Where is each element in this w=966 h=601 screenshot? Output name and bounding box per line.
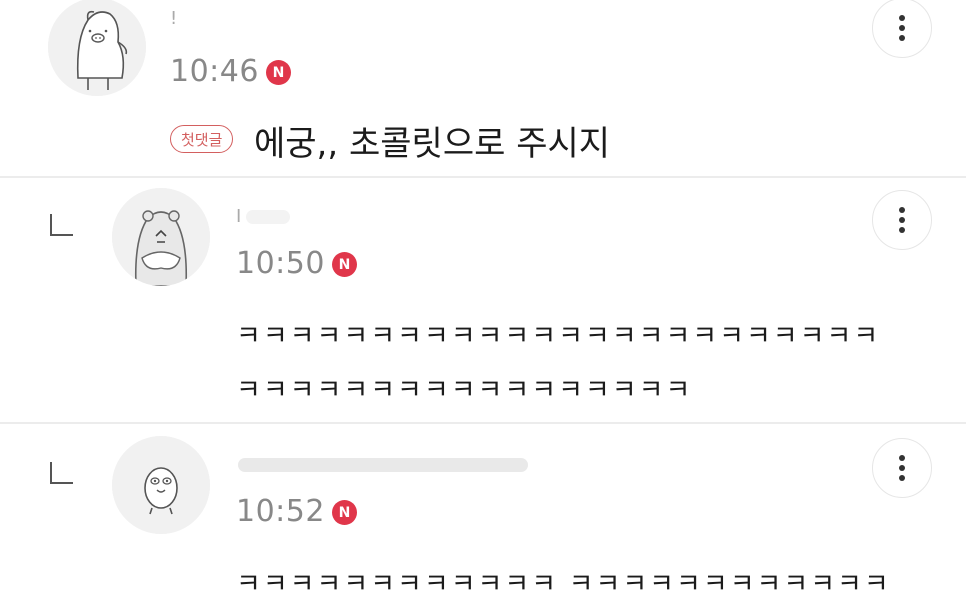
new-badge: N xyxy=(331,252,357,277)
timestamp: 10:46 N xyxy=(170,54,291,89)
reply-corner-icon xyxy=(48,212,74,238)
vertical-ellipsis-icon xyxy=(899,207,905,233)
more-options-button[interactable] xyxy=(872,190,932,250)
vertical-ellipsis-icon xyxy=(899,455,905,481)
avatar[interactable] xyxy=(48,0,146,96)
blurred-name xyxy=(238,458,528,472)
first-comment-badge: 첫댓글 xyxy=(170,125,234,153)
reply-corner-icon xyxy=(48,460,74,486)
avatar[interactable] xyxy=(112,436,210,534)
avatar[interactable] xyxy=(112,188,210,286)
new-badge: N xyxy=(331,500,357,525)
comment-text-line: ㅋㅋㅋㅋㅋㅋㅋㅋㅋㅋㅋㅋ ㅋㅋㅋㅋㅋㅋㅋㅋㅋㅋㅋㅋ xyxy=(236,569,891,600)
comment-3: 10:52 N ㅋㅋㅋㅋㅋㅋㅋㅋㅋㅋㅋㅋ ㅋㅋㅋㅋㅋㅋㅋㅋㅋㅋㅋㅋ xyxy=(0,424,966,600)
comment-1: ! 10:46 N 첫댓글 에궁,, 초콜릿으로 주시지 xyxy=(0,0,966,176)
bear-character-icon xyxy=(112,188,210,286)
author-name[interactable]: ! xyxy=(170,8,178,29)
vertical-ellipsis-icon xyxy=(899,15,905,41)
blurred-name xyxy=(246,210,290,224)
more-options-button[interactable] xyxy=(872,0,932,58)
pig-character-icon xyxy=(48,0,146,96)
chick-character-icon xyxy=(112,436,210,534)
new-badge: N xyxy=(265,60,291,85)
time-text: 10:52 xyxy=(236,494,325,529)
time-text: 10:50 xyxy=(236,246,325,281)
time-text: 10:46 xyxy=(170,54,259,89)
comment-text-line: ㅋㅋㅋㅋㅋㅋㅋㅋㅋㅋㅋㅋㅋㅋㅋㅋㅋㅋㅋㅋㅋㅋㅋㅋ xyxy=(236,321,881,352)
timestamp: 10:50 N xyxy=(236,246,357,281)
comment-text: 에궁,, 초콜릿으로 주시지 xyxy=(254,124,611,164)
comment-2: I 10:50 N ㅋㅋㅋㅋㅋㅋㅋㅋㅋㅋㅋㅋㅋㅋㅋㅋㅋㅋㅋㅋㅋㅋㅋㅋ ㅋㅋㅋㅋㅋ… xyxy=(0,178,966,422)
comment-text-line: ㅋㅋㅋㅋㅋㅋㅋㅋㅋㅋㅋㅋㅋㅋㅋㅋㅋ xyxy=(236,375,693,406)
timestamp: 10:52 N xyxy=(236,494,357,529)
author-name[interactable]: I xyxy=(236,206,242,227)
more-options-button[interactable] xyxy=(872,438,932,498)
